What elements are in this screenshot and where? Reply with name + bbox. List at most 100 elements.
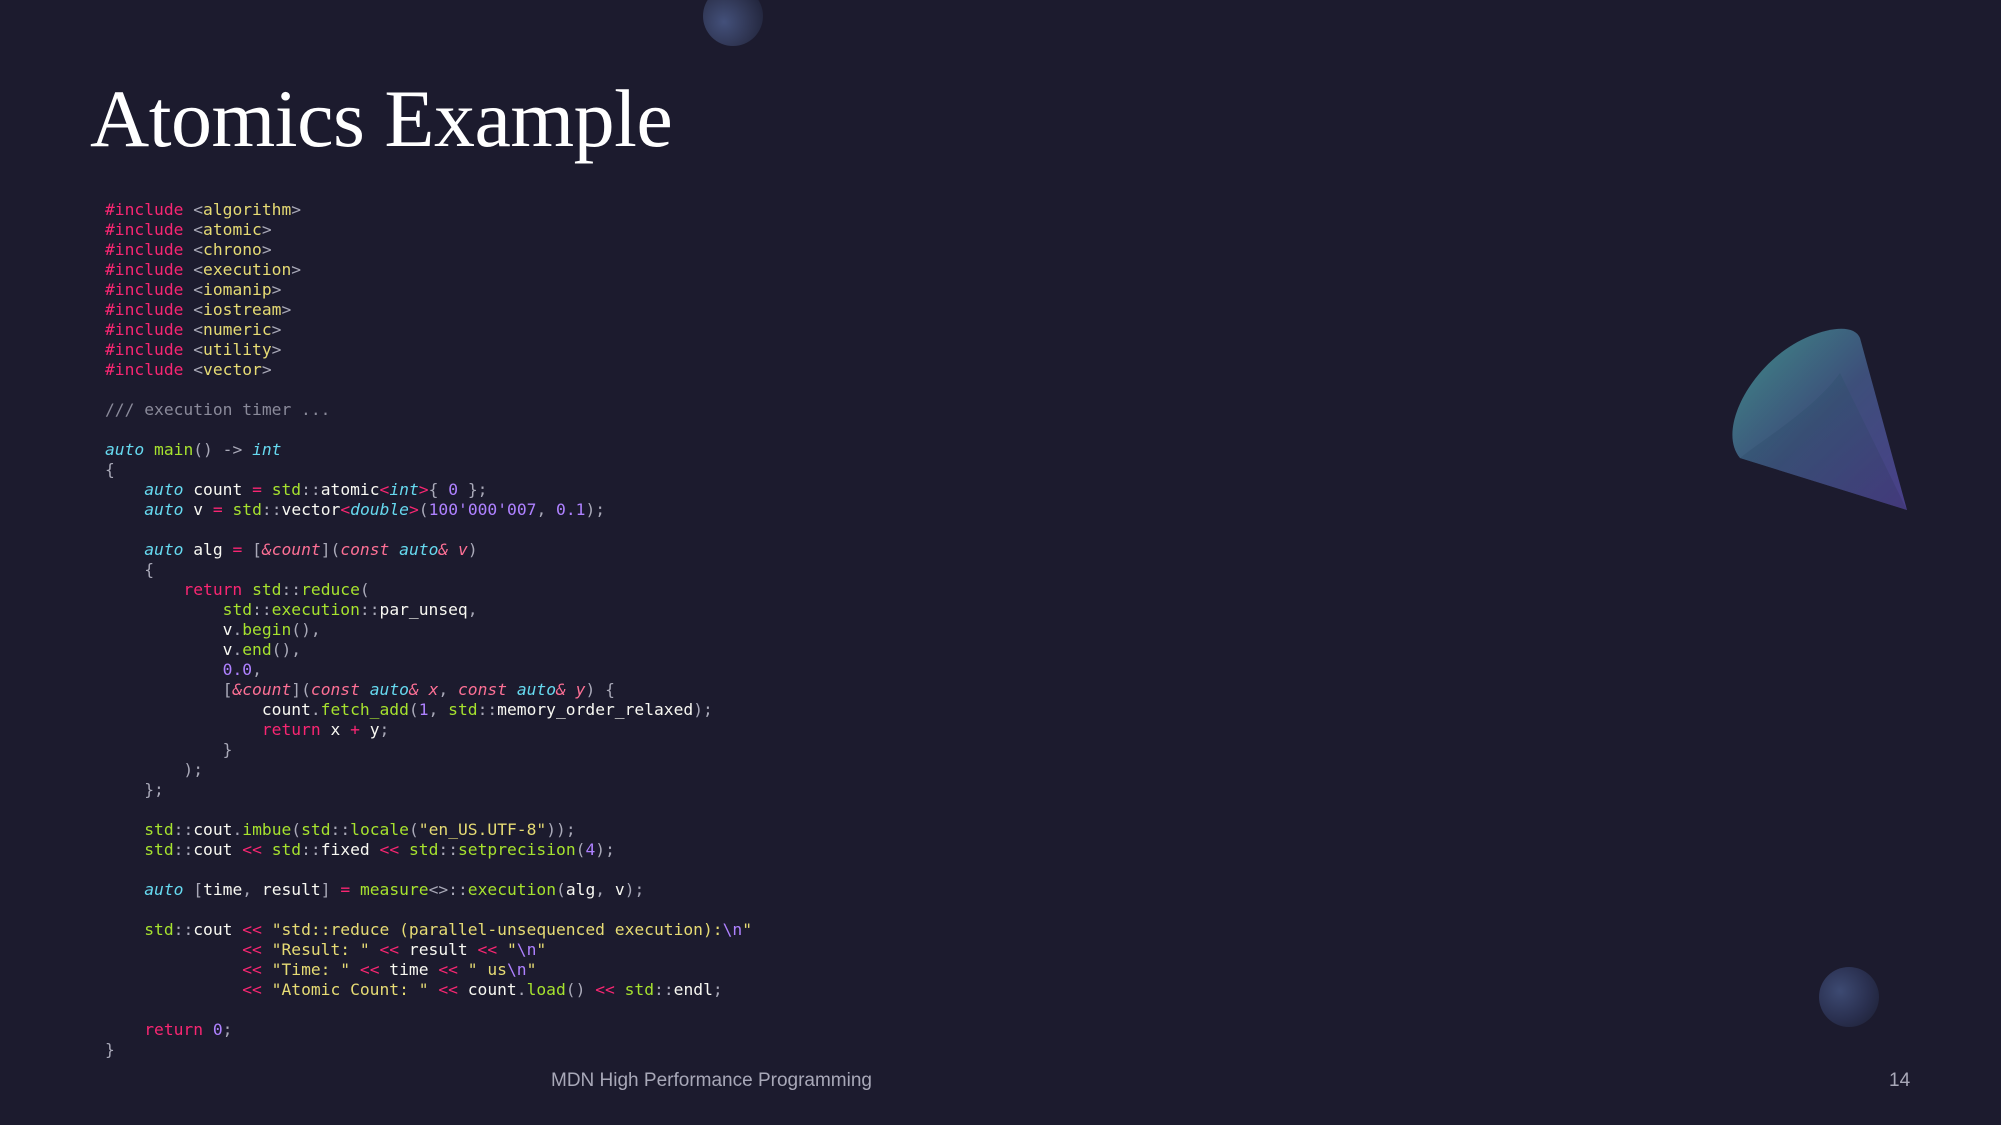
code-token: auto (105, 440, 145, 459)
code-token: y (359, 720, 380, 739)
code-token: , (242, 880, 262, 899)
code-line: auto count = std::atomic<int>{ 0 }; (105, 480, 752, 500)
page-number: 14 (1889, 1070, 1911, 1091)
code-token: const (340, 540, 390, 559)
code-token: { (105, 460, 115, 479)
code-token: 0.0 (222, 660, 253, 679)
code-token: locale (350, 820, 409, 839)
code-token: 0 (212, 1020, 223, 1039)
code-token: atomic (320, 480, 380, 499)
code-token: time (379, 960, 439, 979)
code-token: )); (546, 820, 576, 839)
code-token: > (271, 340, 282, 359)
code-token: y (575, 680, 586, 699)
code-token: cout (193, 820, 233, 839)
code-token: < (193, 200, 204, 219)
code-token: std (301, 820, 331, 839)
code-token: std (624, 980, 655, 999)
code-line: << "Atomic Count: " << count.load() << s… (105, 980, 752, 1000)
code-line: #include <utility> (105, 340, 752, 360)
code-token: :: (438, 840, 458, 859)
code-token: begin (242, 620, 292, 639)
code-line: }; (105, 780, 752, 800)
code-token: :: (477, 700, 498, 719)
code-token: [ (252, 540, 262, 559)
code-token: endl (673, 980, 713, 999)
code-token: > (418, 480, 429, 499)
code-token: auto (516, 680, 557, 699)
code-token: < (340, 500, 351, 519)
code-line: #include <vector> (105, 360, 752, 380)
code-token: << (242, 980, 262, 999)
code-line: std::cout << "std::reduce (parallel-unse… (105, 920, 752, 940)
code-token: ; (379, 720, 390, 739)
code-token: ); (624, 880, 645, 899)
code-token: << (359, 960, 380, 979)
code-token: :: (281, 580, 302, 599)
code-token: > (408, 500, 419, 519)
code-token: \n (722, 920, 743, 939)
code-token: algorithm (203, 200, 292, 219)
code-line: return x + y; (105, 720, 752, 740)
code-token: std (408, 840, 439, 859)
code-token: , (428, 700, 449, 719)
code-token: v (183, 500, 213, 519)
code-line: #include <iostream> (105, 300, 752, 320)
code-line: v.end(), (105, 640, 752, 660)
code-token: &count (261, 540, 321, 559)
code-token: ( (359, 580, 370, 599)
code-token: < (193, 320, 204, 339)
code-token: :: (173, 920, 194, 939)
code-token: < (193, 240, 204, 259)
code-token: double (350, 500, 409, 519)
code-line: << "Time: " << time << " us\n" (105, 960, 752, 980)
code-token: count (105, 700, 311, 719)
code-token: std (144, 920, 174, 939)
code-line: #include <numeric> (105, 320, 752, 340)
code-token: iomanip (203, 280, 272, 299)
code-token: } (105, 740, 233, 759)
code-token: \n (506, 960, 527, 979)
code-token: #include (105, 360, 194, 379)
code-token: (), (291, 620, 321, 639)
code-line: #include <algorithm> (105, 200, 752, 220)
code-token: . (232, 620, 243, 639)
code-token: vector (281, 500, 341, 519)
code-token: & (408, 680, 419, 699)
slide-footer: MDN High Performance Programming (551, 1070, 872, 1091)
code-token: execution (467, 880, 557, 899)
code-token: ( (575, 840, 586, 859)
code-token: << (242, 960, 262, 979)
code-token: count (457, 980, 517, 999)
code-token: << (242, 920, 262, 939)
code-token: std (232, 500, 262, 519)
code-token: ( (408, 820, 419, 839)
code-token: ] (320, 880, 341, 899)
code-token: 4 (585, 840, 596, 859)
code-token: <>:: (428, 880, 468, 899)
code-token: . (232, 640, 243, 659)
code-token: chrono (203, 240, 262, 259)
code-line: ); (105, 760, 752, 780)
code-token: { (105, 560, 155, 579)
code-line: auto alg = [&count](const auto& v) (105, 540, 752, 560)
code-line: std::cout << std::fixed << std::setpreci… (105, 840, 752, 860)
code-token: main (154, 440, 194, 459)
code-token: > (291, 200, 302, 219)
code-token: return (144, 1020, 204, 1039)
code-token: time (203, 880, 243, 899)
code-line: return std::reduce( (105, 580, 752, 600)
